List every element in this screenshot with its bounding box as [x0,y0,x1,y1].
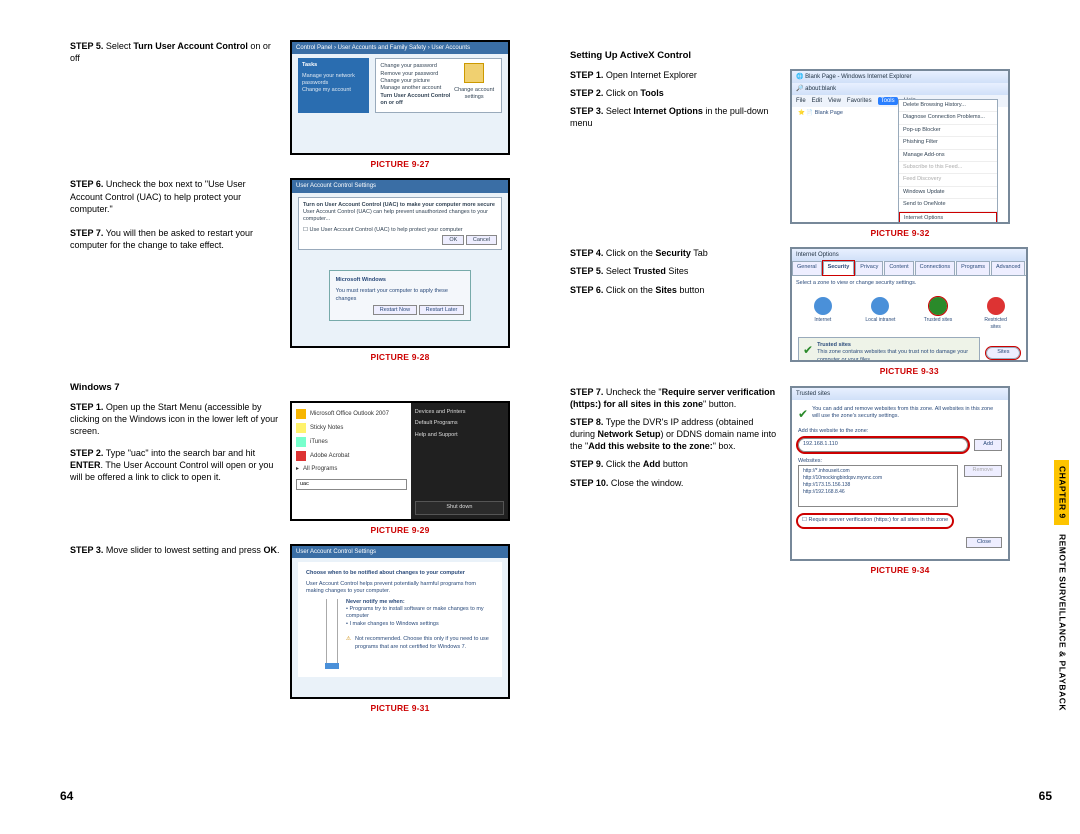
page-number-left: 64 [60,788,73,804]
step-7: STEP 7. You will then be asked to restar… [70,227,280,251]
ax-step-6: STEP 6. Click on the Sites button [570,284,780,296]
w7-step-3: STEP 3. Move slider to lowest setting an… [70,544,280,556]
figure-9-31: User Account Control Settings Choose whe… [290,544,510,699]
figure-9-32: 🌐 Blank Page - Windows Internet Explorer… [790,69,1010,224]
ax-step-1: STEP 1. Open Internet Explorer [570,69,780,81]
ax-step-4: STEP 4. Click on the Security Tab [570,247,780,259]
ax-step-5: STEP 5. Select Trusted Sites [570,265,780,277]
step-5: STEP 5. Select Turn User Account Control… [70,40,280,64]
figure-9-34: Trusted sites ✔You can add and remove we… [790,386,1010,561]
caption-9-29: PICTURE 9-29 [290,525,510,536]
step-6: STEP 6. Uncheck the box next to "Use Use… [70,178,280,214]
page-64: STEP 5. Select Turn User Account Control… [60,20,520,743]
ax-step-9: STEP 9. Click the Add button [570,458,780,470]
ax-step-10: STEP 10. Close the window. [570,477,780,489]
caption-9-34: PICTURE 9-34 [790,565,1010,576]
w7-step-2: STEP 2. Type "uac" into the search bar a… [70,447,280,483]
windows7-heading: Windows 7 [70,382,510,395]
caption-9-33: PICTURE 9-33 [790,366,1028,377]
page-65: Setting Up ActiveX Control STEP 1. Open … [560,20,1020,604]
caption-9-32: PICTURE 9-32 [790,228,1010,239]
chapter-tab: CHAPTER 9 REMOTE SURVEILLANCE & PLAYBACK [1054,460,1074,690]
figure-9-28: User Account Control Settings Turn on Us… [290,178,510,348]
ax-step-3: STEP 3. Select Internet Options in the p… [570,105,780,129]
ax-step-2: STEP 2. Click on Tools [570,87,780,99]
activex-heading: Setting Up ActiveX Control [570,50,1010,63]
figure-9-29: Microsoft Office Outlook 2007 Sticky Not… [290,401,510,521]
caption-9-31: PICTURE 9-31 [290,703,510,714]
w7-step-1: STEP 1. Open up the Start Menu (accessib… [70,401,280,437]
ax-step-7: STEP 7. Uncheck the "Require server veri… [570,386,780,410]
page-number-right: 65 [1039,788,1052,804]
caption-9-27: PICTURE 9-27 [290,159,510,170]
figure-9-27: Control Panel › User Accounts and Family… [290,40,510,155]
ax-step-8: STEP 8. Type the DVR's IP address (obtai… [570,416,780,452]
caption-9-28: PICTURE 9-28 [290,352,510,363]
figure-9-33: Internet Options GeneralSecurityPrivacyC… [790,247,1028,362]
